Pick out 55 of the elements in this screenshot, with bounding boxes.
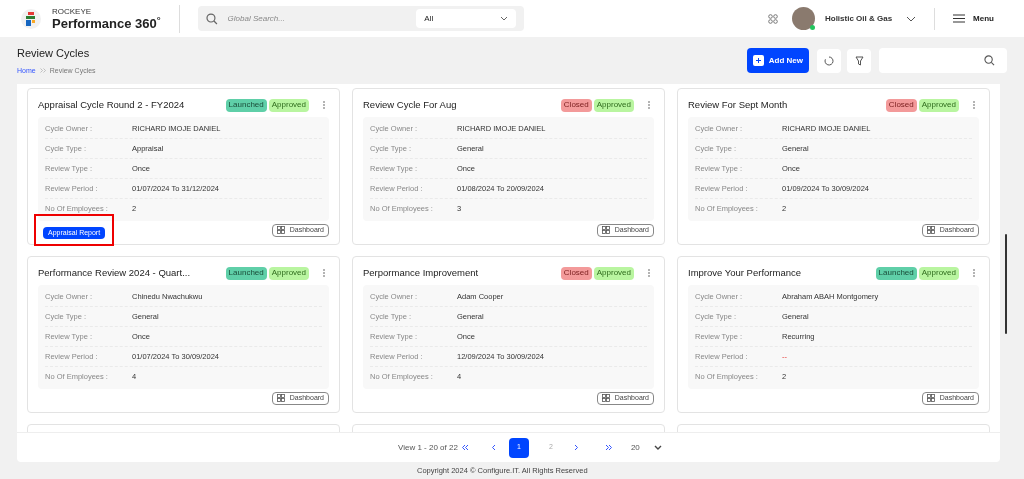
filter-button[interactable] xyxy=(847,48,871,73)
apps-grid-icon[interactable] xyxy=(767,13,778,24)
logo-icon xyxy=(20,7,42,30)
last-page-icon[interactable] xyxy=(604,444,613,451)
status-badge: Approved xyxy=(918,266,959,280)
dashboard-icon xyxy=(276,226,285,234)
status-badge: Closed xyxy=(560,98,592,112)
status-badge: Approved xyxy=(593,98,634,112)
status-badge: Closed xyxy=(885,98,917,112)
card-title: Review For Sept Month xyxy=(688,97,788,112)
status-badge: Launched xyxy=(225,266,267,280)
dashboard-icon xyxy=(276,394,285,402)
global-search-field[interactable]: Global Search... All xyxy=(197,6,524,31)
menu-icon xyxy=(953,14,966,23)
scope-select[interactable]: All xyxy=(416,9,516,28)
brand-name: Performance 360$^{°}$ xyxy=(52,16,161,30)
card-title: Perpormance Improvement xyxy=(363,265,479,280)
dashboard-icon xyxy=(601,394,610,402)
breadcrumb-separator-icon xyxy=(39,68,46,74)
previous-page-icon[interactable] xyxy=(490,444,496,451)
search-icon xyxy=(984,55,995,66)
status-badge: Launched xyxy=(225,98,267,112)
dashboard-icon xyxy=(926,394,935,402)
page-title: Review Cycles xyxy=(17,46,91,61)
card-title: Performance Review 2024 - Quart... xyxy=(38,265,191,280)
pagination-summary: View 1 - 20 of 22 xyxy=(398,441,458,454)
status-badge: Approved xyxy=(593,266,634,280)
card-title: Improve Your Performance xyxy=(688,265,801,280)
chevron-down-icon[interactable] xyxy=(906,15,917,22)
dashboard-icon xyxy=(926,226,935,234)
search-field[interactable] xyxy=(879,48,1007,73)
card-title: Review Cycle For Aug xyxy=(363,97,457,112)
add-new-button[interactable]: Add New xyxy=(746,48,809,73)
menu-button[interactable]: Menu xyxy=(953,12,994,25)
status-badge: Closed xyxy=(560,266,592,280)
card-title: Appraisal Cycle Round 2 - FY2024 xyxy=(38,97,185,112)
refresh-button[interactable] xyxy=(817,48,841,73)
dashboard-icon xyxy=(601,226,610,234)
chevron-down-icon xyxy=(653,445,662,450)
page-size-select[interactable]: 20 xyxy=(630,441,662,454)
first-page-icon[interactable] xyxy=(460,444,469,451)
status-badge: Approved xyxy=(268,98,309,112)
brand-subtitle: ROCKEYE xyxy=(52,7,93,16)
next-page-icon[interactable] xyxy=(573,444,579,451)
plus-icon xyxy=(752,55,764,66)
filter-icon xyxy=(854,55,864,66)
search-icon xyxy=(205,12,218,25)
chevron-down-icon xyxy=(499,16,508,21)
scrollbar-thumb[interactable] xyxy=(1005,234,1007,334)
status-badge: Approved xyxy=(268,266,309,280)
status-badge: Approved xyxy=(918,98,959,112)
avatar[interactable] xyxy=(791,7,815,30)
refresh-icon xyxy=(824,55,834,66)
company-name[interactable]: Holistic Oil & Gas xyxy=(824,12,893,25)
status-badge: Launched xyxy=(875,266,917,280)
